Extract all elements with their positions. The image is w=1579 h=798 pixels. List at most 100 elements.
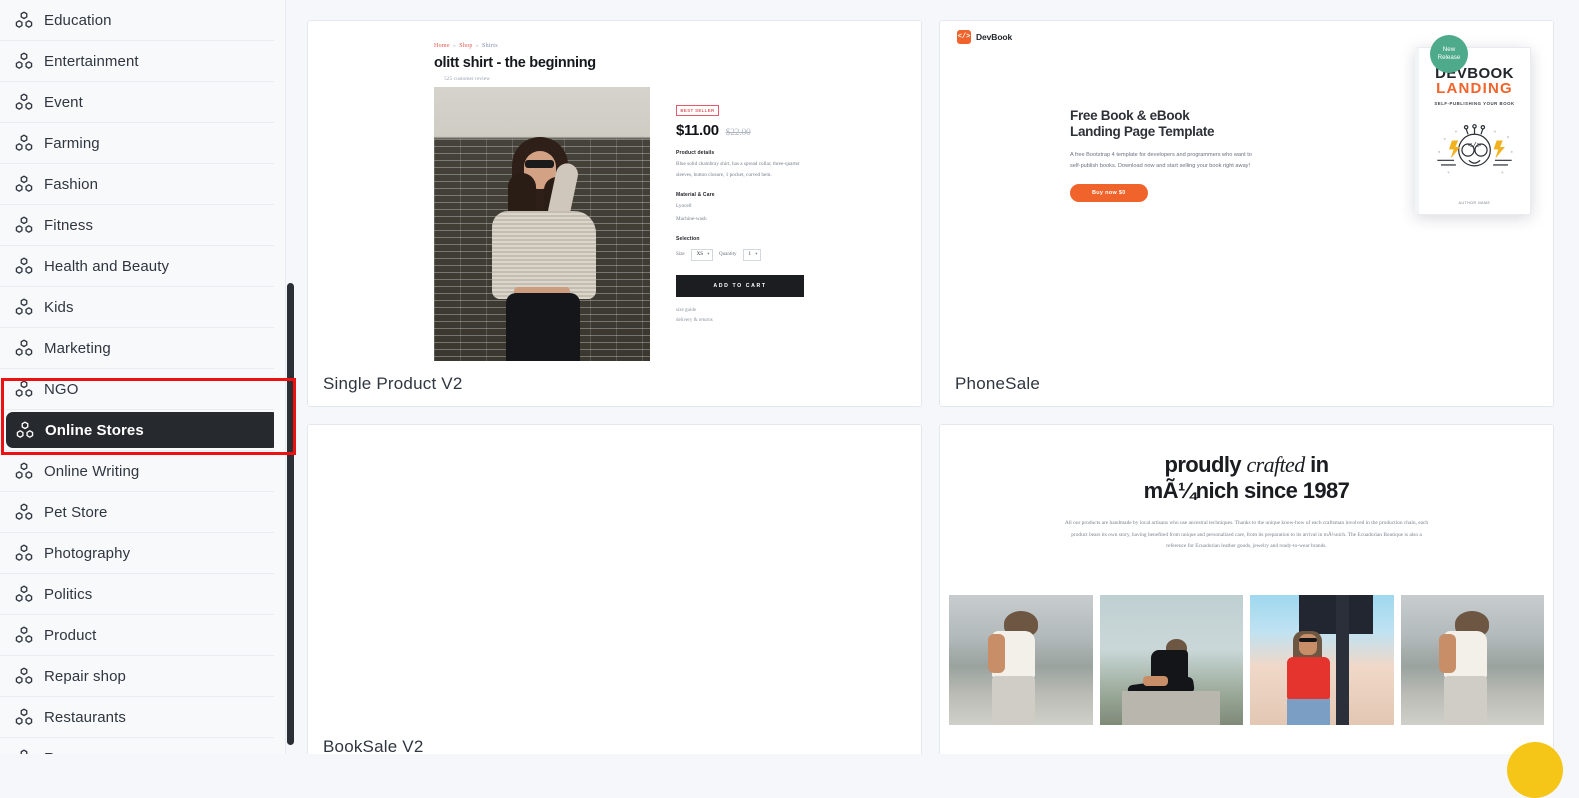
heading-part-2: in: [1304, 452, 1329, 477]
product-photo: [434, 87, 650, 361]
card-title: [940, 725, 1553, 737]
size-guide-link[interactable]: size guide: [676, 306, 804, 317]
product-detail-panel: Best Seller $11.00 $22.00 Product detail…: [676, 99, 804, 327]
heading-part-1: proudly: [1164, 452, 1247, 477]
devbook-heading-line-2: Landing Page Template: [1070, 124, 1215, 140]
sidebar-item-marketing[interactable]: Marketing: [0, 328, 285, 369]
sidebar-item-education[interactable]: Education: [0, 0, 285, 41]
single-product-preview: Home» Shop» Shirts olitt shirt - the begin…: [308, 21, 921, 361]
sidebar-item-fashion[interactable]: Fashion: [0, 164, 285, 205]
sidebar-item-health-and-beauty[interactable]: Health and Beauty: [0, 246, 285, 287]
breadcrumb-separator-2: »: [475, 43, 480, 49]
template-preview-thumbnail[interactable]: </> DevBook Free Book & eBook Landing Pa…: [940, 21, 1553, 361]
robot-head-icon: </>: [1437, 124, 1513, 174]
breadcrumb-home[interactable]: Home: [434, 43, 450, 49]
sidebar-item-label: NGO: [44, 380, 79, 398]
product-price: $11.00: [676, 122, 719, 139]
breadcrumb-separator: »: [452, 43, 457, 49]
heading-italic-word: crafted: [1246, 452, 1305, 477]
sidebar-item-label: Repair shop: [44, 667, 126, 685]
size-label: Size: [676, 252, 685, 258]
devbook-heading: Free Book & eBook Landing Page Template: [1070, 108, 1270, 141]
sidebar-scrollbar-thumb[interactable]: [287, 283, 294, 745]
category-sidebar[interactable]: Education Entertainment Event Farming Fa…: [0, 0, 286, 754]
sidebar-item-entertainment[interactable]: Entertainment: [0, 41, 285, 82]
sidebar-item-label: Restaurants: [44, 708, 126, 726]
sidebar-item-event[interactable]: Event: [0, 82, 285, 123]
quantity-select[interactable]: 1: [742, 248, 762, 261]
boutique-preview: proudly crafted in mÃ¼nich since 1987 Al…: [940, 425, 1553, 725]
sidebar-item-pet-store[interactable]: Pet Store: [0, 492, 285, 533]
sidebar-item-photography[interactable]: Photography: [0, 533, 285, 574]
breadcrumb: Home» Shop» Shirts: [434, 43, 666, 49]
template-preview-thumbnail[interactable]: Home» Shop» Shirts olitt shirt - the begin…: [308, 21, 921, 361]
boutique-header: proudly crafted in mÃ¼nich since 1987 Al…: [940, 452, 1553, 553]
sidebar-item-farming[interactable]: Farming: [0, 123, 285, 164]
boutique-paragraph: All our products are handmade by local a…: [1064, 519, 1429, 550]
sidebar-item-product[interactable]: Product: [0, 615, 285, 656]
sidebar-item-fitness[interactable]: Fitness: [0, 205, 285, 246]
sidebar-item-label: Fashion: [44, 175, 99, 193]
sidebar-item-active-pill[interactable]: Online Stores: [6, 412, 279, 448]
product-old-price: $22.00: [725, 128, 751, 138]
sidebar-item-label: Farming: [44, 134, 100, 152]
template-card-booksale-v2[interactable]: BookSale V2: [307, 424, 922, 754]
sidebar-item-politics[interactable]: Politics: [0, 574, 285, 615]
sidebar-item-label: Politics: [44, 585, 93, 603]
boutique-heading-line-2: mÃ¼nich since 1987: [1143, 477, 1350, 503]
sidebar-item-restaurants[interactable]: Restaurants: [0, 697, 285, 738]
book-cover: DEVBOOK LANDING SELF-PUBLISHING YOUR BOO…: [1415, 47, 1531, 215]
book-author: AUTHOR NAME: [1458, 201, 1491, 205]
template-card-boutique[interactable]: proudly crafted in mÃ¼nich since 1987 Al…: [939, 424, 1554, 754]
new-release-badge: New Release: [1430, 35, 1468, 73]
sidebar-item-label: Kids: [44, 298, 74, 316]
chat-support-button[interactable]: [1507, 742, 1563, 798]
devbook-preview: </> DevBook Free Book & eBook Landing Pa…: [940, 21, 1553, 361]
selection-heading: Selection: [676, 235, 700, 242]
price-row: $11.00 $22.00: [676, 122, 804, 139]
product-details-heading: Product details: [676, 150, 715, 156]
buy-now-button[interactable]: Buy now $0: [1070, 184, 1148, 203]
sidebar-item-label: Online Writing: [44, 462, 140, 480]
sidebar-item-label: Marketing: [44, 339, 111, 357]
book-subtitle: SELF-PUBLISHING YOUR BOOK: [1434, 101, 1515, 106]
breadcrumb-shop[interactable]: Shop: [459, 43, 473, 49]
card-title: Single Product V2: [323, 374, 463, 393]
selection-row: Size XS Quantity 1: [676, 248, 804, 261]
new-release-badge-line-2: Release: [1437, 54, 1461, 61]
material-line-1: Lyocell: [676, 202, 692, 209]
book-cover-illustration: </>: [1428, 114, 1521, 188]
best-seller-badge: Best Seller: [676, 105, 719, 116]
material-line-2: Machine-wash: [676, 216, 707, 223]
delivery-returns-link[interactable]: delivery & returns: [676, 316, 804, 327]
template-card-single-product-v2[interactable]: Home» Shop» Shirts olitt shirt - the begin…: [307, 20, 922, 407]
size-select[interactable]: XS: [690, 248, 714, 261]
sidebar-item-ngo[interactable]: NGO: [0, 369, 285, 410]
template-preview-thumbnail[interactable]: [308, 425, 921, 725]
category-list: Education Entertainment Event Farming Fa…: [0, 0, 285, 754]
sidebar-item-resume[interactable]: Resume: [0, 738, 285, 754]
breadcrumb-category[interactable]: Shirts: [482, 43, 498, 49]
svg-text:</>: </>: [1468, 142, 1482, 150]
sidebar-item-label: Health and Beauty: [44, 257, 170, 275]
book-title-line-2: LANDING: [1436, 80, 1513, 97]
card-title: BookSale V2: [323, 737, 424, 754]
product-title: olitt shirt - the beginning: [434, 55, 596, 71]
sidebar-item-online-stores[interactable]: Online Stores: [0, 410, 285, 451]
devbook-paragraph: A free Bootstrap 4 template for develope…: [1070, 151, 1252, 170]
template-preview-thumbnail[interactable]: proudly crafted in mÃ¼nich since 1987 Al…: [940, 425, 1553, 725]
sidebar-item-label: Event: [44, 93, 83, 111]
sidebar-item-repair-shop[interactable]: Repair shop: [0, 656, 285, 697]
devbook-copy: Free Book & eBook Landing Page Template …: [1070, 108, 1270, 203]
sidebar-item-online-writing[interactable]: Online Writing: [0, 451, 285, 492]
sidebar-item-kids[interactable]: Kids: [0, 287, 285, 328]
product-header: Home» Shop» Shirts olitt shirt - the begin…: [434, 43, 666, 82]
gallery-photo-2: [1099, 595, 1243, 725]
devbook-logo[interactable]: </> DevBook: [957, 30, 1012, 44]
sidebar-scrollbar-track[interactable]: [274, 0, 285, 754]
sidebar-item-label: Online Stores: [45, 421, 144, 439]
template-card-phonesale[interactable]: </> DevBook Free Book & eBook Landing Pa…: [939, 20, 1554, 407]
add-to-cart-button[interactable]: ADD TO CART: [676, 274, 804, 297]
model-figure: [482, 127, 602, 361]
sidebar-item-label: Resume: [44, 750, 100, 755]
